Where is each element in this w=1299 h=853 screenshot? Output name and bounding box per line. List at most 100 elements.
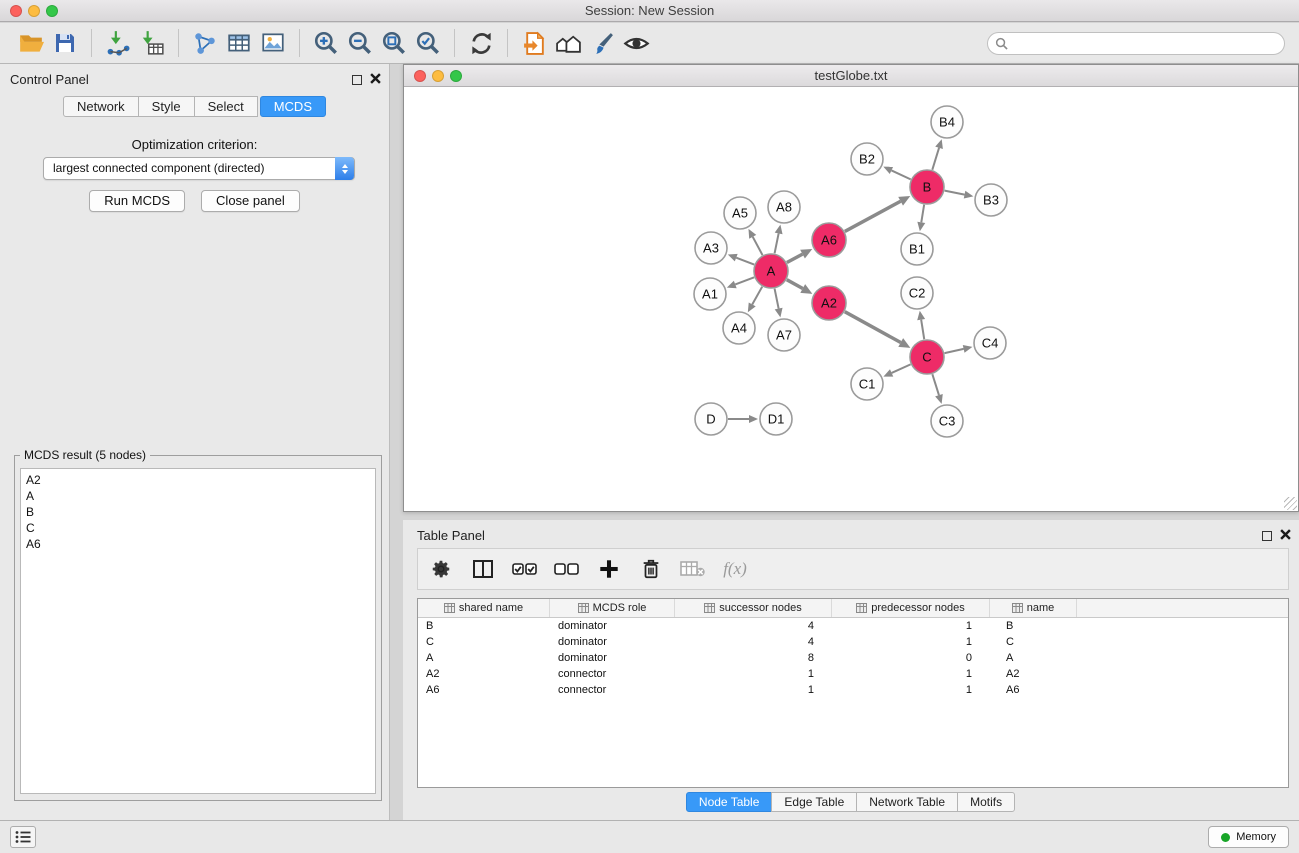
tab-network-table[interactable]: Network Table (856, 792, 958, 812)
network-zoom-button[interactable] (450, 70, 462, 82)
graph-node-label-A4: A4 (731, 321, 747, 336)
open-file-icon[interactable] (517, 27, 551, 59)
tab-mcds[interactable]: MCDS (260, 96, 326, 117)
minimize-window-button[interactable] (28, 5, 40, 17)
toolbar-separator (454, 29, 455, 57)
table-row[interactable]: A6 connector 1 1 A6 (418, 682, 1288, 698)
graph-edge-A6-B (845, 201, 901, 231)
refresh-layout-icon[interactable] (464, 27, 498, 59)
zoom-fit-icon[interactable] (377, 27, 411, 59)
new-network-icon[interactable] (188, 27, 222, 59)
graph-arrowhead (917, 222, 925, 232)
tab-style[interactable]: Style (138, 96, 195, 117)
graph-edge-B-B3 (945, 191, 965, 195)
table-settings-gear-icon[interactable] (428, 554, 454, 584)
float-panel-icon[interactable] (352, 75, 362, 85)
table-row[interactable]: A2 connector 1 1 A2 (418, 666, 1288, 682)
style-brush-icon[interactable] (585, 27, 619, 59)
close-panel-icon[interactable] (370, 72, 381, 87)
column-header-mcds-role[interactable]: MCDS role (550, 599, 675, 617)
graph-node-label-C3: C3 (939, 414, 956, 429)
main-toolbar (0, 23, 1299, 64)
select-all-rows-icon[interactable] (512, 554, 538, 584)
new-table-icon[interactable] (222, 27, 256, 59)
mcds-result-item[interactable]: A6 (26, 536, 375, 552)
criterion-dropdown[interactable]: largest connected component (directed) (43, 157, 355, 180)
delete-column-trash-icon[interactable] (638, 554, 664, 584)
application-window: Session: New Session (0, 0, 1299, 853)
home-icon[interactable] (551, 27, 585, 59)
network-minimize-button[interactable] (432, 70, 444, 82)
deselect-all-rows-icon[interactable] (554, 554, 580, 584)
mcds-result-box: MCDS result (5 nodes) A2 A B C A6 (14, 455, 382, 801)
table-panel-title: Table Panel (417, 528, 485, 543)
close-panel-button[interactable]: Close panel (201, 190, 300, 212)
column-header-predecessor-nodes[interactable]: predecessor nodes (832, 599, 990, 617)
open-session-icon[interactable] (14, 27, 48, 59)
search-input[interactable] (987, 32, 1285, 55)
network-image-icon[interactable] (256, 27, 290, 59)
column-header-name[interactable]: name (990, 599, 1077, 617)
graph-node-label-A3: A3 (703, 241, 719, 256)
window-title: Session: New Session (585, 3, 714, 18)
graph-node-label-D1: D1 (768, 412, 785, 427)
graph-node-label-A1: A1 (702, 287, 718, 302)
graph-edge-C-C3 (932, 374, 939, 395)
column-header-successor-nodes[interactable]: successor nodes (675, 599, 832, 617)
close-panel-icon[interactable] (1280, 528, 1291, 543)
node-table[interactable]: shared name MCDS role successor nodes pr… (417, 598, 1289, 788)
zoom-window-button[interactable] (46, 5, 58, 17)
window-titlebar: Session: New Session (0, 0, 1299, 22)
add-column-icon[interactable] (596, 554, 622, 584)
graph-node-label-C1: C1 (859, 377, 876, 392)
tab-motifs[interactable]: Motifs (957, 792, 1015, 812)
graph-arrowhead (935, 394, 943, 404)
graph-edge-A-A7 (775, 289, 779, 309)
show-graphics-eye-icon[interactable] (619, 27, 653, 59)
zoom-in-icon[interactable] (309, 27, 343, 59)
show-column-icon[interactable] (470, 554, 496, 584)
control-panel-header: Control Panel (0, 64, 389, 92)
tab-edge-table[interactable]: Edge Table (771, 792, 857, 812)
network-canvas[interactable]: B4B2BB3A5A8A6B1A3AA1A2C2A4A7C4CC1C3DD1 (404, 88, 1298, 511)
zoom-out-icon[interactable] (343, 27, 377, 59)
delete-table-icon (680, 554, 706, 584)
criterion-selected-value: largest connected component (directed) (53, 161, 264, 175)
zoom-selected-icon[interactable] (411, 27, 445, 59)
save-session-icon[interactable] (48, 27, 82, 59)
tab-select[interactable]: Select (194, 96, 258, 117)
mcds-result-item[interactable]: C (26, 520, 375, 536)
graph-node-label-B2: B2 (859, 152, 875, 167)
close-window-button[interactable] (10, 5, 22, 17)
graph-arrowhead (749, 415, 758, 423)
run-mcds-button[interactable]: Run MCDS (89, 190, 185, 212)
import-table-icon[interactable] (135, 27, 169, 59)
graph-arrowhead (727, 281, 737, 288)
task-history-list-icon[interactable] (10, 826, 36, 848)
table-panel-header: Table Panel (403, 520, 1299, 548)
table-row[interactable]: C dominator 4 1 C (418, 634, 1288, 650)
table-row[interactable]: B dominator 4 1 B (418, 618, 1288, 634)
import-network-icon[interactable] (101, 27, 135, 59)
graph-node-label-B3: B3 (983, 193, 999, 208)
float-panel-icon[interactable] (1262, 531, 1272, 541)
network-window-titlebar: testGlobe.txt (404, 65, 1298, 87)
graph-edge-C-C4 (945, 349, 964, 353)
table-row[interactable]: A dominator 8 0 A (418, 650, 1288, 666)
resize-grip[interactable] (1284, 497, 1297, 510)
mcds-result-item[interactable]: A2 (26, 472, 375, 488)
tab-network[interactable]: Network (63, 96, 139, 117)
search-field-wrap (987, 32, 1285, 55)
mcds-result-item[interactable]: A (26, 488, 375, 504)
control-panel-title: Control Panel (10, 72, 89, 87)
network-window-title: testGlobe.txt (815, 68, 888, 83)
tab-node-table[interactable]: Node Table (686, 792, 773, 812)
column-header-shared-name[interactable]: shared name (418, 599, 550, 617)
mcds-result-list[interactable]: A2 A B C A6 (20, 468, 376, 794)
network-close-button[interactable] (414, 70, 426, 82)
mcds-result-item[interactable]: B (26, 504, 375, 520)
toolbar-separator (91, 29, 92, 57)
memory-status-button[interactable]: Memory (1208, 826, 1289, 848)
graph-edge-A-A6 (787, 254, 803, 262)
memory-status-dot-icon (1221, 833, 1230, 842)
